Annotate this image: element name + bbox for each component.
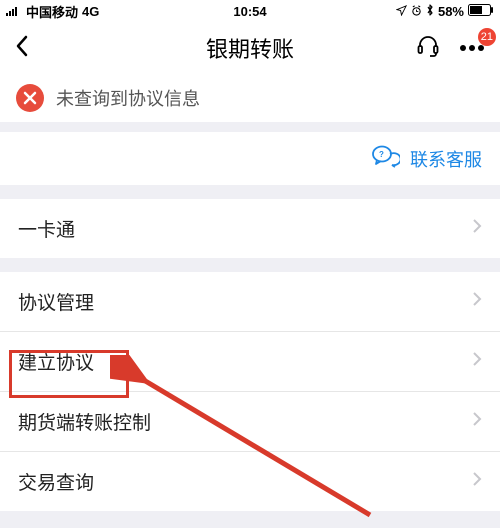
chevron-right-icon	[472, 291, 482, 312]
menu-label: 一卡通	[18, 215, 75, 242]
close-icon	[16, 84, 44, 112]
network-label: 4G	[82, 4, 99, 19]
menu-item-transfer-control[interactable]: 期货端转账控制	[0, 392, 500, 452]
svg-text:?: ?	[379, 150, 384, 159]
error-message: 未查询到协议信息	[56, 85, 200, 111]
menu-item-create-protocol[interactable]: 建立协议	[0, 332, 500, 392]
chevron-right-icon	[472, 411, 482, 432]
carrier-label: 中国移动	[26, 2, 78, 21]
menu-label: 协议管理	[18, 288, 94, 315]
location-icon	[396, 4, 407, 19]
status-bar: 中国移动 4G 10:54 58%	[0, 0, 500, 22]
back-button[interactable]	[14, 34, 30, 63]
alarm-icon	[411, 4, 422, 19]
status-left: 中国移动 4G	[6, 2, 99, 21]
notification-badge: 21	[478, 28, 496, 46]
menu-item-protocol-manage[interactable]: 协议管理	[0, 272, 500, 332]
menu-label: 期货端转账控制	[18, 408, 151, 435]
battery-pct: 58%	[438, 4, 464, 19]
menu-label: 交易查询	[18, 468, 94, 495]
menu-group-1: 一卡通	[0, 199, 500, 258]
menu-item-trade-query[interactable]: 交易查询	[0, 452, 500, 511]
chat-icon: ?	[372, 144, 400, 173]
headset-icon[interactable]	[416, 34, 440, 63]
contact-support-row[interactable]: ? 联系客服	[0, 132, 500, 185]
error-banner: 未查询到协议信息	[0, 74, 500, 122]
chevron-right-icon	[472, 351, 482, 372]
bluetooth-icon	[426, 4, 434, 19]
chevron-right-icon	[472, 471, 482, 492]
more-button[interactable]: 21	[458, 38, 486, 58]
menu-item-card[interactable]: 一卡通	[0, 199, 500, 258]
contact-support-label: 联系客服	[410, 146, 482, 172]
nav-bar: 银期转账 21	[0, 22, 500, 74]
battery-icon	[468, 4, 494, 19]
status-right: 58%	[396, 4, 494, 19]
menu-group-2: 协议管理 建立协议 期货端转账控制 交易查询	[0, 272, 500, 511]
chevron-right-icon	[472, 218, 482, 239]
signal-icon	[6, 4, 22, 19]
menu-label: 建立协议	[18, 348, 94, 375]
